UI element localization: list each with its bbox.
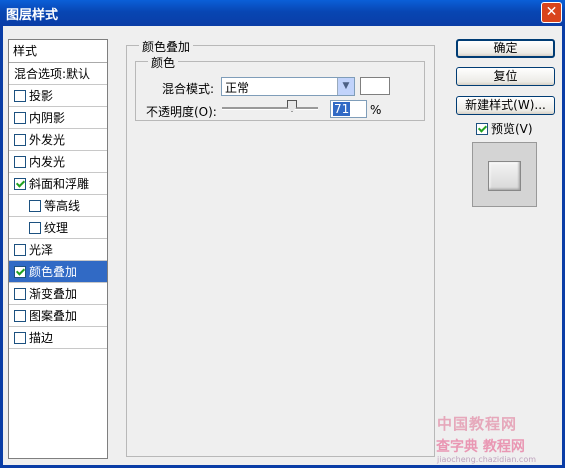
style-item[interactable]: 颜色叠加 bbox=[9, 261, 107, 283]
checkbox-icon[interactable] bbox=[14, 134, 26, 146]
style-preview bbox=[472, 142, 537, 207]
opacity-label: 不透明度(O): bbox=[146, 105, 217, 119]
preview-check-icon[interactable] bbox=[476, 123, 488, 135]
style-item-label: 内阴影 bbox=[29, 111, 66, 125]
opacity-slider-track[interactable] bbox=[222, 107, 318, 110]
blend-options-item[interactable]: 混合选项:默认 bbox=[9, 63, 107, 85]
style-item-label: 斜面和浮雕 bbox=[29, 177, 90, 191]
reset-button[interactable]: 复位 bbox=[456, 67, 555, 86]
style-item-label: 颜色叠加 bbox=[29, 265, 78, 279]
checkbox-icon[interactable] bbox=[14, 288, 26, 300]
chevron-down-icon[interactable]: ▼ bbox=[337, 78, 354, 95]
preview-label: 预览(V) bbox=[491, 122, 533, 136]
style-item-label: 投影 bbox=[29, 89, 54, 103]
styles-list: 样式 混合选项:默认 投影内阴影外发光内发光斜面和浮雕等高线纹理光泽颜色叠加渐变… bbox=[8, 39, 108, 459]
style-item-label: 描边 bbox=[29, 331, 54, 345]
blend-mode-select[interactable]: 正常 ▼ bbox=[221, 77, 355, 96]
opacity-input[interactable]: 71 bbox=[330, 100, 367, 118]
style-item-label: 等高线 bbox=[44, 199, 81, 213]
checkbox-icon[interactable] bbox=[14, 332, 26, 344]
preview-checkbox[interactable]: 预览(V) bbox=[476, 120, 533, 137]
style-item-label: 内发光 bbox=[29, 155, 66, 169]
style-item[interactable]: 纹理 bbox=[9, 217, 107, 239]
checkbox-icon[interactable] bbox=[29, 222, 41, 234]
style-item-label: 纹理 bbox=[44, 221, 69, 235]
checkbox-icon[interactable] bbox=[14, 266, 26, 278]
style-item-label: 外发光 bbox=[29, 133, 66, 147]
checkbox-icon[interactable] bbox=[14, 112, 26, 124]
style-item-label: 渐变叠加 bbox=[29, 287, 78, 301]
color-swatch[interactable] bbox=[360, 77, 390, 95]
opacity-value: 71 bbox=[333, 102, 351, 116]
opacity-unit: % bbox=[370, 103, 382, 117]
checkbox-icon[interactable] bbox=[29, 200, 41, 212]
style-item[interactable]: 内阴影 bbox=[9, 107, 107, 129]
watermark-text-2: 查字典 教程网 bbox=[436, 439, 525, 455]
close-icon: ✕ bbox=[545, 4, 558, 20]
style-item-label: 光泽 bbox=[29, 243, 54, 257]
checkbox-icon[interactable] bbox=[14, 156, 26, 168]
close-button[interactable]: ✕ bbox=[541, 2, 562, 23]
checkbox-icon[interactable] bbox=[14, 178, 26, 190]
checkbox-icon[interactable] bbox=[14, 90, 26, 102]
style-item[interactable]: 等高线 bbox=[9, 195, 107, 217]
title-bar: 图层样式 ✕ bbox=[0, 0, 565, 26]
color-overlay-title: 颜色叠加 bbox=[139, 38, 194, 55]
blend-mode-label: 混合模式: bbox=[162, 82, 215, 96]
style-item[interactable]: 内发光 bbox=[9, 151, 107, 173]
style-item[interactable]: 外发光 bbox=[9, 129, 107, 151]
style-item[interactable]: 渐变叠加 bbox=[9, 283, 107, 305]
watermark-url: jiaocheng.chazidian.com bbox=[437, 455, 537, 464]
color-subgroup-title: 颜色 bbox=[148, 54, 179, 71]
style-item-label: 图案叠加 bbox=[29, 309, 78, 323]
style-item[interactable]: 描边 bbox=[9, 327, 107, 349]
blend-mode-value: 正常 bbox=[225, 81, 250, 95]
checkbox-icon[interactable] bbox=[14, 310, 26, 322]
style-item[interactable]: 斜面和浮雕 bbox=[9, 173, 107, 195]
style-item[interactable]: 光泽 bbox=[9, 239, 107, 261]
window-title: 图层样式 bbox=[6, 8, 59, 23]
ok-button[interactable]: 确定 bbox=[456, 39, 555, 58]
checkbox-icon[interactable] bbox=[14, 244, 26, 256]
style-item[interactable]: 图案叠加 bbox=[9, 305, 107, 327]
watermark-text: 中国教程网 bbox=[437, 415, 518, 433]
styles-header[interactable]: 样式 bbox=[9, 40, 107, 63]
new-style-button[interactable]: 新建样式(W)... bbox=[456, 96, 555, 115]
preview-sample bbox=[488, 161, 521, 191]
style-item[interactable]: 投影 bbox=[9, 85, 107, 107]
